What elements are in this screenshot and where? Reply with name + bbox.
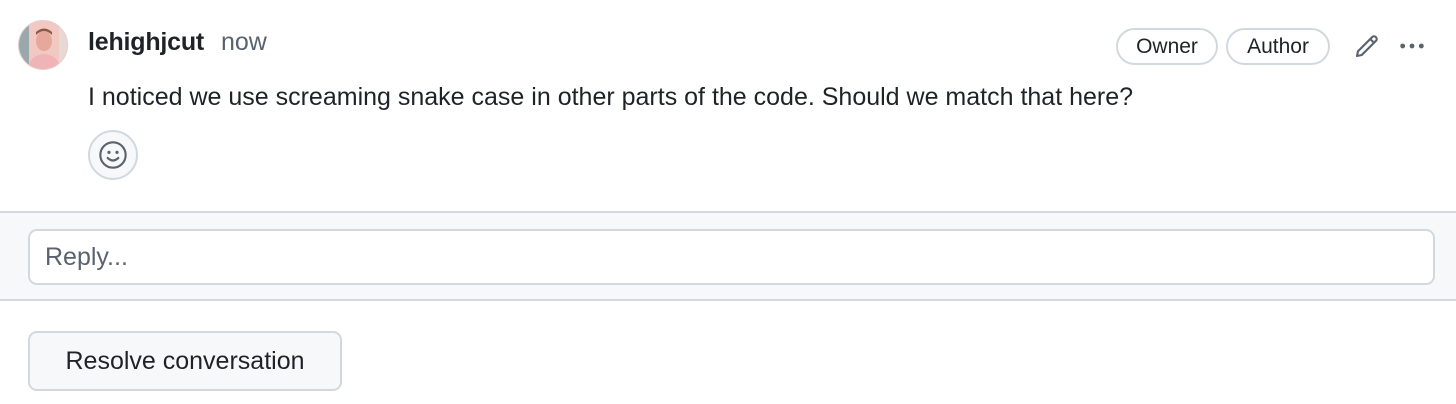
smiley-icon: [99, 141, 127, 169]
comment-author[interactable]: lehighjcut: [88, 28, 204, 57]
pencil-icon: [1355, 35, 1378, 58]
more-options-button[interactable]: [1394, 28, 1430, 64]
reply-panel: [0, 211, 1456, 301]
avatar[interactable]: [18, 20, 68, 70]
author-badge: Author: [1226, 28, 1330, 65]
comment-timestamp[interactable]: now: [221, 28, 267, 57]
review-comment: lehighjcut now Owner Author I noticed we…: [0, 0, 1456, 212]
reply-input[interactable]: [28, 229, 1435, 285]
kebab-horizontal-icon: [1400, 43, 1424, 49]
comment-body: I noticed we use screaming snake case in…: [88, 83, 1134, 111]
resolve-conversation-button[interactable]: Resolve conversation: [28, 331, 342, 391]
owner-badge: Owner: [1116, 28, 1218, 65]
add-reaction-button[interactable]: [88, 130, 138, 180]
edit-comment-button[interactable]: [1349, 28, 1385, 64]
avatar-image: [19, 21, 67, 69]
